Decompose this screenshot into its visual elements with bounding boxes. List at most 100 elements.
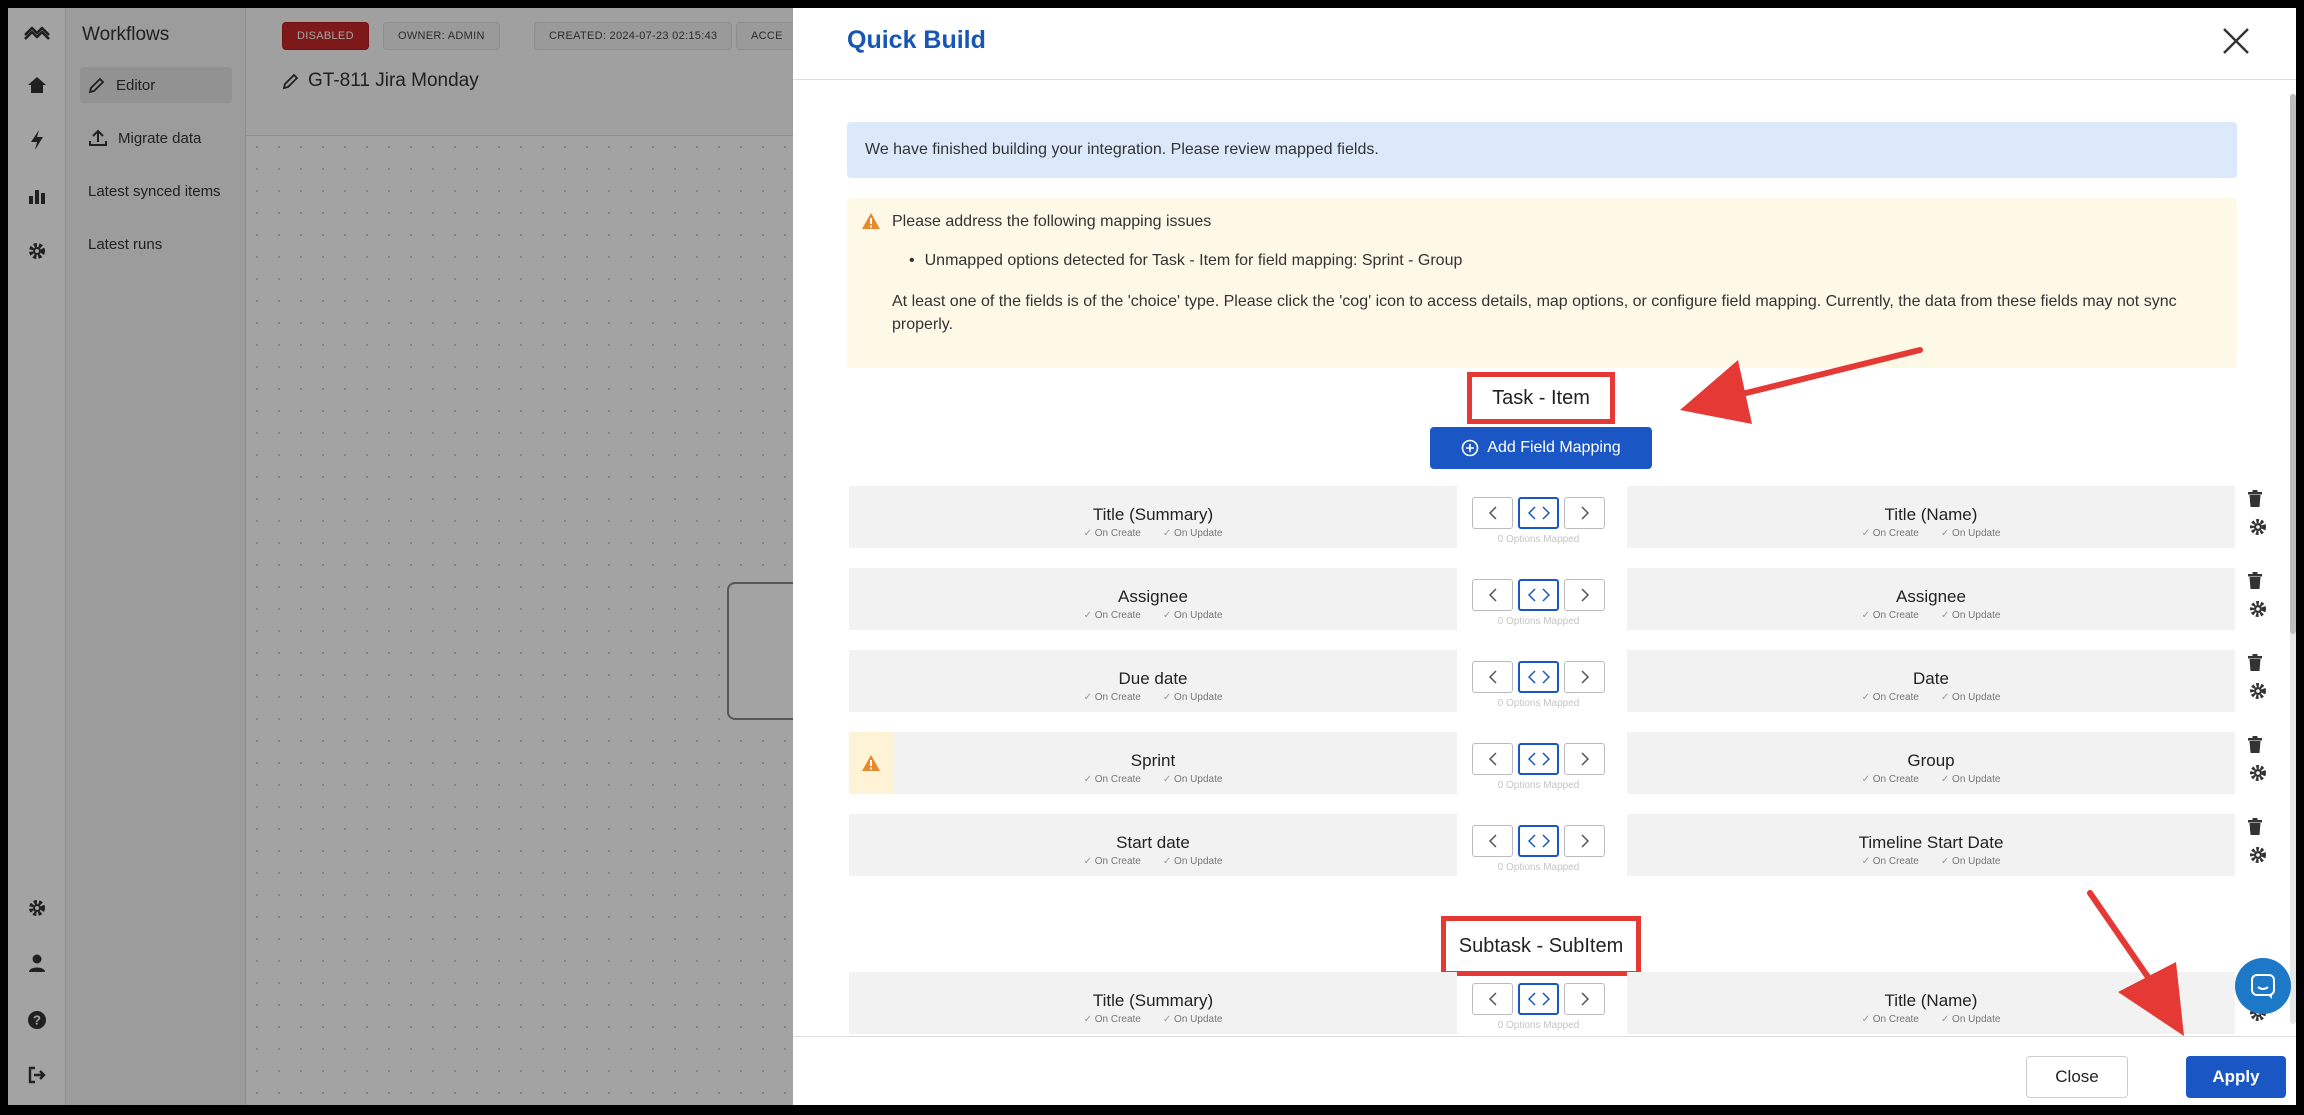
source-field[interactable]: Due date On Create On Update (849, 650, 1457, 712)
apply-button[interactable]: Apply (2186, 1056, 2286, 1098)
on-create-flag: On Create (1862, 1014, 1919, 1025)
direction-both-button[interactable] (1518, 743, 1559, 775)
source-field-name: Title (Summary) (1092, 505, 1214, 524)
direction-right-button[interactable] (1564, 825, 1605, 857)
cog-icon[interactable] (2249, 518, 2267, 536)
cog-icon[interactable] (2249, 682, 2267, 700)
trash-icon[interactable] (2247, 572, 2263, 590)
on-update-flag: On Update (1941, 1014, 2000, 1025)
source-field[interactable]: Title (Summary) On Create On Update (849, 972, 1457, 1034)
source-field[interactable]: Start date On Create On Update (849, 814, 1457, 876)
chevron-right-icon (1580, 992, 1589, 1006)
direction-both-button[interactable] (1518, 983, 1559, 1015)
on-update-flag: On Update (1941, 692, 2000, 703)
source-field[interactable]: Assignee On Create On Update (849, 568, 1457, 630)
bidirectional-icon (1527, 752, 1550, 766)
direction-left-button[interactable] (1472, 497, 1513, 529)
direction-controls (1472, 497, 1605, 529)
source-field-name: Title (Summary) (1092, 991, 1214, 1010)
modal-scrollbar[interactable] (2290, 94, 2296, 1024)
source-field[interactable]: Sprint On Create On Update (849, 732, 1457, 794)
chevron-left-icon (1488, 992, 1497, 1006)
source-field[interactable]: Title (Summary) On Create On Update (849, 486, 1457, 548)
target-field-name: Title (Name) (1884, 505, 1978, 524)
close-button[interactable]: Close (2026, 1056, 2128, 1098)
target-field[interactable]: Title (Name) On Create On Update (1627, 486, 2235, 548)
source-field-name: Start date (1116, 833, 1190, 852)
direction-both-button[interactable] (1518, 579, 1559, 611)
cog-icon[interactable] (2249, 600, 2267, 618)
add-field-mapping-button[interactable]: Add Field Mapping (1430, 427, 1652, 469)
modal-header: Quick Build (793, 8, 2296, 80)
target-field[interactable]: Title (Name) On Create On Update (1627, 972, 2235, 1034)
direction-both-button[interactable] (1518, 497, 1559, 529)
warning-detail: At least one of the fields is of the 'ch… (892, 293, 2177, 333)
on-update-flag: On Update (1163, 610, 1222, 621)
target-field[interactable]: Assignee On Create On Update (1627, 568, 2235, 630)
direction-right-button[interactable] (1564, 661, 1605, 693)
direction-left-button[interactable] (1472, 743, 1513, 775)
chevron-left-icon (1488, 588, 1497, 602)
bidirectional-icon (1527, 588, 1550, 602)
direction-left-button[interactable] (1472, 661, 1513, 693)
direction-left-button[interactable] (1472, 579, 1513, 611)
chat-launcher-button[interactable] (2235, 958, 2291, 1014)
quick-build-modal: Quick Build We have finished building yo… (793, 8, 2296, 1105)
chevron-right-icon (1580, 834, 1589, 848)
on-update-flag: On Update (1163, 692, 1222, 703)
target-field-name: Assignee (1896, 587, 1966, 606)
chevron-left-icon (1488, 752, 1497, 766)
mapping-row: Title (Summary) On Create On Update 0 Opt… (849, 486, 2266, 548)
trash-icon[interactable] (2247, 654, 2263, 672)
modal-body[interactable]: We have finished building your integrati… (793, 80, 2283, 1036)
direction-right-button[interactable] (1564, 983, 1605, 1015)
trash-icon[interactable] (2247, 818, 2263, 836)
on-update-flag: On Update (1163, 774, 1222, 785)
sync-flags: On Create On Update (1627, 692, 2235, 703)
on-create-flag: On Create (1862, 774, 1919, 785)
direction-controls (1472, 825, 1605, 857)
modal-close-button[interactable] (2218, 24, 2254, 60)
on-update-flag: On Update (1163, 528, 1222, 539)
scrollbar-thumb[interactable] (2290, 94, 2296, 634)
target-field[interactable]: Timeline Start Date On Create On Update (1627, 814, 2235, 876)
direction-both-button[interactable] (1518, 825, 1559, 857)
cog-icon[interactable] (2249, 764, 2267, 782)
warning-bullet-text: Unmapped options detected for Task - Ite… (924, 252, 1463, 269)
target-field-name: Date (1913, 669, 1949, 688)
direction-right-button[interactable] (1564, 743, 1605, 775)
trash-icon[interactable] (2247, 490, 2263, 508)
on-create-flag: On Create (1862, 692, 1919, 703)
cog-icon[interactable] (2249, 846, 2267, 864)
direction-right-button[interactable] (1564, 497, 1605, 529)
bidirectional-icon (1527, 992, 1550, 1006)
direction-controls (1472, 579, 1605, 611)
target-field-name: Title (Name) (1884, 991, 1978, 1010)
direction-controls (1472, 743, 1605, 775)
chevron-right-icon (1580, 506, 1589, 520)
source-field-name: Sprint (1130, 751, 1176, 770)
target-field[interactable]: Group On Create On Update (1627, 732, 2235, 794)
app-window: ? Workflows Editor Migrate data Latest s… (8, 8, 2296, 1105)
group-title-task-item: Task - Item (1467, 372, 1615, 424)
trash-icon[interactable] (2247, 736, 2263, 754)
direction-right-button[interactable] (1564, 579, 1605, 611)
sync-flags: On Create On Update (849, 528, 1457, 539)
info-banner: We have finished building your integrati… (847, 122, 2237, 178)
on-update-flag: On Update (1941, 856, 2000, 867)
bidirectional-icon (1527, 506, 1550, 520)
bidirectional-icon (1527, 670, 1550, 684)
target-field[interactable]: Date On Create On Update (1627, 650, 2235, 712)
on-update-flag: On Update (1941, 610, 2000, 621)
direction-both-button[interactable] (1518, 661, 1559, 693)
mapping-row: Sprint On Create On Update 0 Options Mapp… (849, 732, 2266, 794)
direction-controls (1472, 661, 1605, 693)
mapping-row: Title (Summary) On Create On Update 0 Opt… (849, 972, 2266, 1034)
sync-flags: On Create On Update (849, 774, 1457, 785)
chevron-left-icon (1488, 506, 1497, 520)
chevron-right-icon (1580, 752, 1589, 766)
sync-flags: On Create On Update (849, 1014, 1457, 1025)
direction-left-button[interactable] (1472, 983, 1513, 1015)
direction-left-button[interactable] (1472, 825, 1513, 857)
chevron-left-icon (1488, 834, 1497, 848)
